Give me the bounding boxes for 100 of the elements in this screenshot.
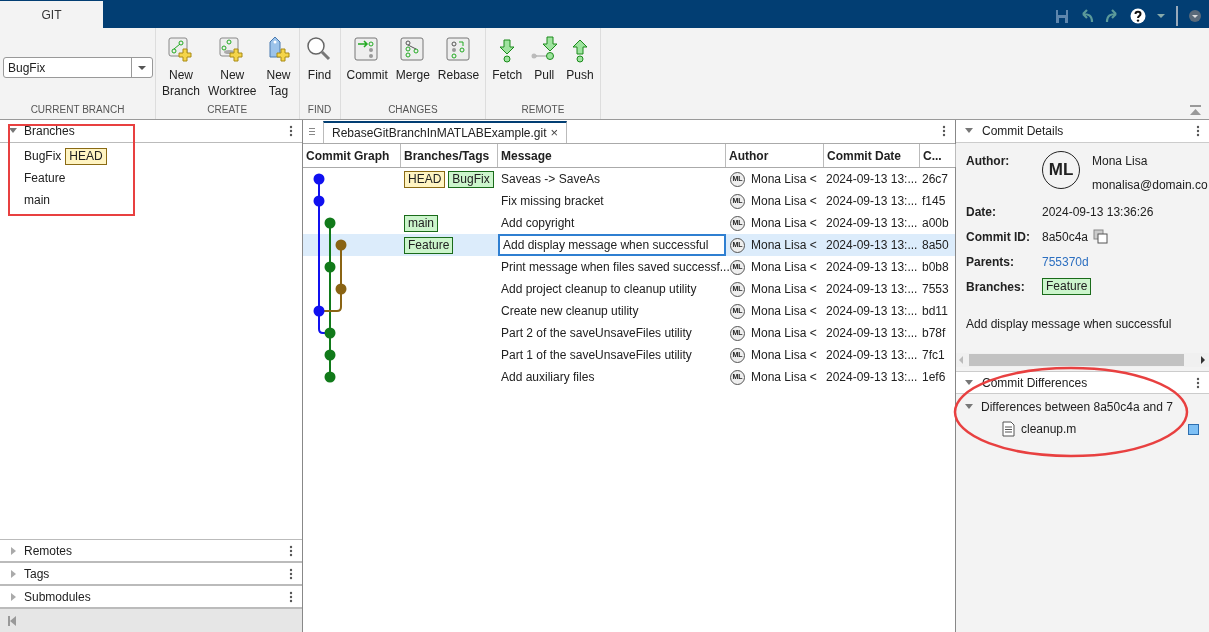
table-cell[interactable]: Add auxiliary files — [498, 366, 726, 388]
head-tag: HEAD — [65, 147, 107, 165]
table-cell[interactable]: Add display message when successful — [498, 234, 726, 256]
table-cell-text: Mona Lisa < — [751, 369, 817, 386]
branch-tag: Feature — [1042, 278, 1092, 295]
toolstrip-button[interactable]: Merge — [392, 36, 433, 83]
table-cell-text: 2024-09-13 13:... — [825, 303, 919, 320]
dropdown-arrow-icon[interactable] — [138, 65, 146, 70]
table-cell[interactable]: Add project cleanup to cleanup utility — [498, 278, 726, 300]
more-options-icon[interactable] — [289, 590, 293, 603]
collapse-toolstrip-icon[interactable] — [1190, 105, 1201, 115]
table-cell[interactable]: Saveas -> SaveAs — [498, 168, 726, 190]
file-item[interactable]: cleanup.m — [1021, 420, 1077, 438]
toolstrip-button[interactable]: New Branch — [159, 36, 204, 99]
close-icon[interactable]: × — [550, 123, 559, 143]
table-cell[interactable]: Add copyright — [498, 212, 726, 234]
branch-item[interactable]: BugFix — [24, 147, 62, 165]
toolstrip-button[interactable]: Rebase — [434, 36, 483, 83]
table-cell[interactable]: Create new cleanup utility — [498, 300, 726, 322]
toolstrip-button[interactable]: Push — [563, 36, 597, 83]
column-header[interactable]: Branches/Tags — [401, 144, 498, 167]
more-options-icon[interactable] — [289, 544, 293, 557]
section-title: Submodules — [24, 588, 91, 606]
table-cell-text: 2024-09-13 13:... — [825, 237, 919, 254]
scroll-right-icon[interactable] — [1201, 356, 1205, 364]
group-label: FIND — [306, 103, 333, 117]
table-cell-text: 2024-09-13 13:... — [825, 347, 919, 364]
table-cell-text: 2024-09-13 13:... — [825, 259, 919, 276]
table-cell-text: 2024-09-13 13:... — [825, 193, 919, 210]
field-label: Branches: — [966, 278, 1026, 296]
copy-icon[interactable] — [1093, 229, 1109, 244]
table-cell-text: 1ef6 — [921, 369, 947, 386]
commit-node[interactable] — [324, 217, 336, 229]
table-cell-text: bd11 — [921, 303, 949, 320]
scrollbar-thumb[interactable] — [969, 354, 1184, 366]
section-title: Tags — [24, 565, 50, 583]
head-tag: HEAD — [404, 170, 446, 188]
group-label: CHANGES — [387, 103, 439, 117]
column-header[interactable]: C... — [920, 144, 956, 167]
help-icon[interactable] — [1130, 8, 1146, 24]
branch-tag: main — [404, 214, 438, 232]
table-cell-text: 7553 — [921, 281, 950, 298]
toolstrip-button[interactable]: Pull — [527, 36, 562, 83]
more-options-icon[interactable] — [289, 567, 293, 580]
branch-dropdown[interactable]: BugFix — [3, 57, 153, 78]
branch-item[interactable]: main — [24, 191, 50, 209]
branch-plus-icon — [167, 36, 195, 64]
table-cell-text: 26c7 — [921, 171, 950, 188]
table-cell-text: 2024-09-13 13:... — [825, 325, 919, 342]
table-cell-text: 2024-09-13 13:... — [825, 369, 919, 386]
table-cell[interactable]: Part 1 of the saveUnsaveFiles utility — [498, 344, 726, 366]
menu-icon[interactable] — [1189, 10, 1201, 22]
commit-node[interactable] — [313, 305, 325, 317]
dropdown-arrow-icon[interactable] — [1157, 14, 1165, 18]
column-header[interactable]: Commit Graph — [303, 144, 401, 167]
branch-item[interactable]: Feature — [24, 169, 66, 187]
table-cell-text: Mona Lisa < — [751, 281, 817, 298]
ribbon-tab[interactable]: GIT — [0, 1, 103, 28]
redo-icon[interactable] — [1105, 9, 1119, 23]
parent-link[interactable]: 755370d — [1042, 252, 1089, 271]
column-header[interactable]: Author — [726, 144, 824, 167]
document-tab[interactable]: RebaseGitBranchInMATLABExample.git × — [323, 121, 568, 143]
table-cell-text: Mona Lisa < — [751, 237, 817, 254]
group-label: REMOTE — [520, 103, 566, 117]
toolstrip-button[interactable]: New Worktree — [205, 36, 260, 99]
commit-node[interactable] — [335, 283, 347, 295]
more-options-icon[interactable] — [942, 125, 946, 137]
commit-node[interactable] — [324, 261, 336, 273]
table-cell-text: Mona Lisa < — [751, 215, 817, 232]
group-label: CURRENT BRANCH — [29, 103, 126, 117]
table-cell-text: a00b — [921, 215, 950, 232]
commit-node[interactable] — [335, 239, 347, 251]
table-cell[interactable]: Part 2 of the saveUnsaveFiles utility — [498, 322, 726, 344]
toolstrip-button[interactable]: Commit — [343, 36, 391, 83]
table-cell-text: 8a50 — [921, 237, 950, 254]
table-cell[interactable]: Fix missing bracket — [498, 190, 726, 212]
commit-node[interactable] — [324, 349, 336, 361]
toolstrip-button[interactable]: Fetch — [489, 36, 526, 83]
table-cell-text: Mona Lisa < — [751, 171, 817, 188]
more-options-icon[interactable] — [1196, 125, 1200, 137]
undo-icon[interactable] — [1080, 9, 1094, 23]
toolstrip-button[interactable]: Find — [302, 36, 337, 83]
commit-node[interactable] — [313, 195, 325, 207]
more-options-icon[interactable] — [1196, 376, 1200, 389]
section-title: Commit Details — [982, 123, 1064, 140]
field-label: Commit ID: — [966, 228, 1031, 246]
merge-icon — [398, 36, 427, 64]
more-options-icon[interactable] — [289, 125, 293, 137]
branch-tag: BugFix — [448, 170, 494, 188]
commit-node[interactable] — [324, 327, 336, 339]
document-list-icon[interactable] — [309, 128, 315, 135]
field-value: 2024-09-13 13:36:26 — [1042, 203, 1154, 221]
toolstrip-button[interactable]: New Tag — [261, 36, 296, 99]
commit-node[interactable] — [324, 371, 336, 383]
column-header[interactable]: Message — [498, 144, 726, 167]
column-header[interactable]: Commit Date — [824, 144, 920, 167]
tree-node[interactable]: Differences between 8a50c4a and 7 — [981, 398, 1173, 416]
table-cell-text: 2024-09-13 13:... — [825, 215, 919, 232]
commit-node[interactable] — [313, 173, 325, 185]
table-cell-text: Mona Lisa < — [751, 325, 817, 342]
